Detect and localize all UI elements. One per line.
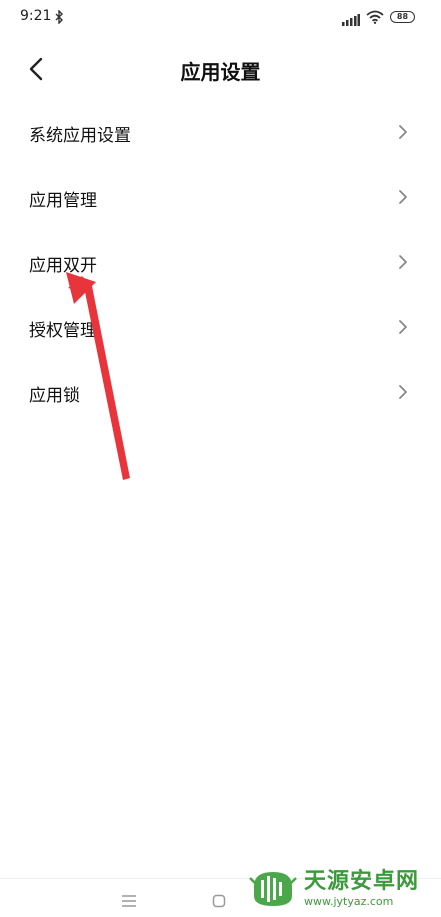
- status-time: 9:21: [20, 8, 52, 24]
- chevron-right-icon: [398, 384, 408, 404]
- list-item-label: 系统应用设置: [29, 126, 131, 146]
- battery-level: 88: [396, 12, 409, 21]
- watermark-title: 天源安卓网: [304, 869, 420, 894]
- wifi-icon: [366, 9, 384, 28]
- list-item-dual-apps[interactable]: 应用双开: [0, 230, 441, 295]
- watermark-url: www.jytyaz.com: [304, 895, 394, 908]
- battery-icon: 88: [390, 11, 415, 23]
- list-item-label: 应用锁: [29, 386, 80, 406]
- list-item-permission-management[interactable]: 授权管理: [0, 295, 441, 360]
- watermark-logo-icon: [249, 872, 297, 906]
- list-item-label: 应用双开: [29, 256, 97, 276]
- chevron-right-icon: [398, 124, 408, 144]
- list-item-app-management[interactable]: 应用管理: [0, 165, 441, 230]
- list-item-label: 应用管理: [29, 191, 97, 211]
- bluetooth-icon: [55, 9, 64, 28]
- list-item-system-app-settings[interactable]: 系统应用设置: [0, 100, 441, 165]
- chevron-right-icon: [398, 189, 408, 209]
- page-title: 应用设置: [180, 60, 261, 84]
- chevron-right-icon: [398, 319, 408, 339]
- header: 应用设置: [0, 44, 441, 94]
- home-icon[interactable]: [212, 893, 226, 912]
- chevron-right-icon: [398, 254, 408, 274]
- watermark: 天源安卓网 www.jytyaz.com: [248, 866, 438, 912]
- settings-list: 系统应用设置 应用管理 应用双开 授权管理 应用锁: [0, 100, 441, 425]
- signal-icon: [342, 11, 360, 30]
- list-item-label: 授权管理: [29, 321, 97, 341]
- list-item-app-lock[interactable]: 应用锁: [0, 360, 441, 425]
- watermark-text: 天源安卓网 www.jytyaz.com: [304, 869, 419, 909]
- menu-icon[interactable]: [121, 893, 137, 912]
- status-bar: 9:21 88: [0, 0, 441, 36]
